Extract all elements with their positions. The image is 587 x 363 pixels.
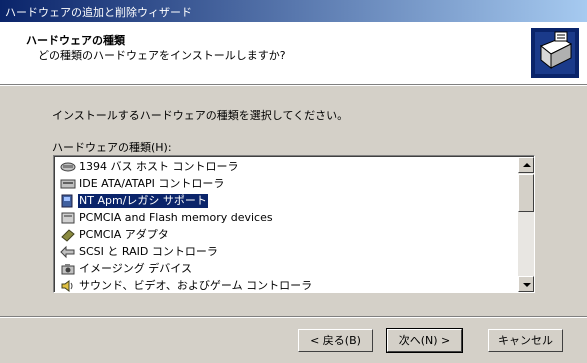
list-items: 1394 バス ホスト コントローラ IDE ATA/ATAPI コントローラ … bbox=[58, 159, 513, 292]
back-button[interactable]: < 戻る(B) bbox=[298, 329, 373, 352]
list-item-apm[interactable]: NT Apm/レガシ サポート bbox=[58, 193, 513, 210]
title-bar[interactable]: ハードウェアの追加と削除ウィザード bbox=[0, 0, 587, 22]
wizard-window: ハードウェアの追加と削除ウィザード ハードウェアの種類 どの種類のハードウェアを… bbox=[0, 0, 587, 363]
footer-divider bbox=[0, 316, 587, 318]
list-item-label: IDE ATA/ATAPI コントローラ bbox=[79, 177, 225, 190]
arrow-down-icon bbox=[523, 283, 531, 287]
hardware-wizard-icon bbox=[531, 28, 579, 78]
ide-controller-icon bbox=[60, 179, 76, 189]
header-title: ハードウェアの種類 bbox=[26, 34, 125, 47]
sound-video-game-icon bbox=[61, 280, 73, 292]
list-item-pcmcia-adapter[interactable]: PCMCIA アダプタ bbox=[58, 227, 513, 244]
list-item-ide[interactable]: IDE ATA/ATAPI コントローラ bbox=[58, 176, 513, 193]
wizard-header: ハードウェアの種類 どの種類のハードウェアをインストールしますか? bbox=[0, 22, 587, 84]
cancel-button[interactable]: キャンセル bbox=[488, 329, 563, 352]
scroll-thumb[interactable] bbox=[518, 174, 534, 212]
header-subtitle: どの種類のハードウェアをインストールしますか? bbox=[38, 49, 286, 62]
list-item-1394[interactable]: 1394 バス ホスト コントローラ bbox=[58, 159, 513, 176]
arrow-up-icon bbox=[523, 163, 531, 167]
list-item-label: 1394 バス ホスト コントローラ bbox=[79, 160, 239, 173]
imaging-device-icon bbox=[61, 264, 75, 275]
list-label: ハードウェアの種類(H): bbox=[52, 141, 172, 154]
scroll-down-button[interactable] bbox=[518, 276, 534, 292]
list-item-label: イメージング デバイス bbox=[79, 262, 192, 275]
pcmcia-adapter-icon bbox=[61, 229, 75, 242]
window-title: ハードウェアの追加と削除ウィザード bbox=[5, 6, 192, 19]
scsi-raid-icon bbox=[60, 245, 75, 259]
list-item-imaging[interactable]: イメージング デバイス bbox=[58, 261, 513, 278]
list-item-pcmcia-flash[interactable]: PCMCIA and Flash memory devices bbox=[58, 210, 513, 227]
list-item-label: サウンド、ビデオ、およびゲーム コントローラ bbox=[79, 279, 313, 292]
list-item-label: PCMCIA and Flash memory devices bbox=[79, 211, 273, 224]
list-item-label: SCSI と RAID コントローラ bbox=[79, 245, 218, 258]
hardware-type-list[interactable]: 1394 バス ホスト コントローラ IDE ATA/ATAPI コントローラ … bbox=[53, 155, 535, 293]
next-button[interactable]: 次へ(N) > bbox=[386, 328, 463, 353]
list-item-label: NT Apm/レガシ サポート bbox=[77, 193, 209, 209]
apm-legacy-icon bbox=[61, 194, 73, 208]
list-item-label: PCMCIA アダプタ bbox=[79, 228, 169, 241]
list-item-sound-video[interactable]: サウンド、ビデオ、およびゲーム コントローラ bbox=[58, 278, 513, 292]
pcmcia-flash-icon bbox=[61, 212, 75, 224]
list-scrollbar[interactable] bbox=[518, 157, 534, 292]
scroll-up-button[interactable] bbox=[518, 157, 534, 173]
instruction-text: インストールするハードウェアの種類を選択してください。 bbox=[52, 109, 349, 122]
1394-controller-icon bbox=[60, 162, 76, 172]
list-item-scsi-raid[interactable]: SCSI と RAID コントローラ bbox=[58, 244, 513, 261]
header-divider bbox=[0, 84, 587, 86]
